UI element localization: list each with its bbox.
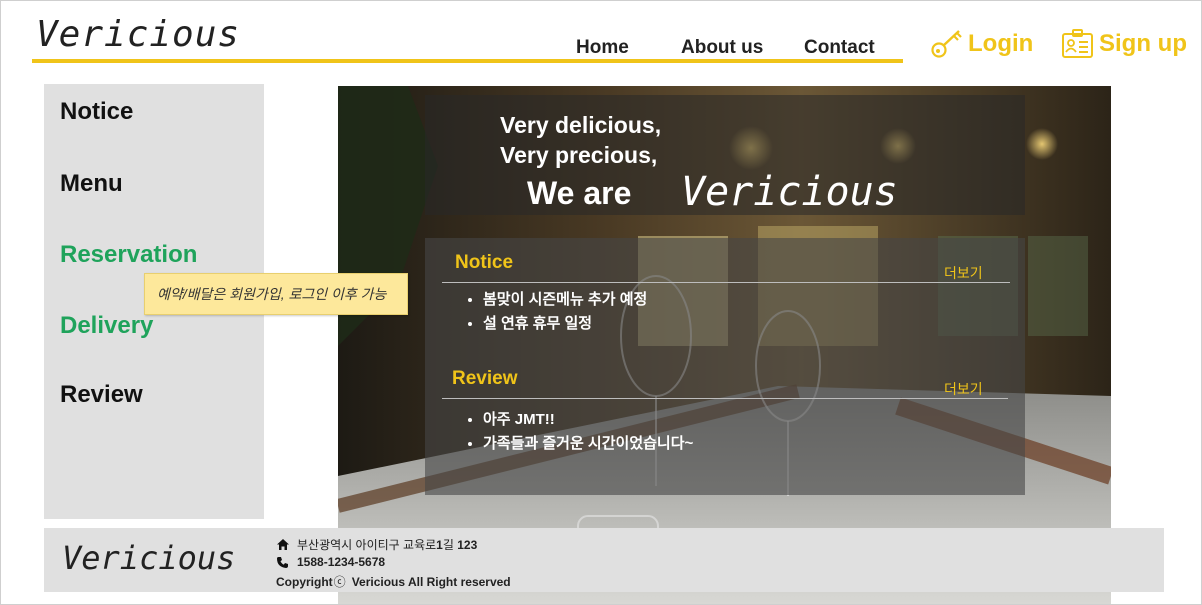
- site-logo[interactable]: Vericious: [36, 14, 240, 55]
- phone-icon: [277, 556, 288, 568]
- review-list: 아주 JMT!! 가족들과 즐거운 시간이었습니다~: [465, 408, 693, 456]
- hero-line-3: We are: [527, 175, 632, 211]
- sidebar-item-delivery[interactable]: Delivery: [60, 312, 153, 340]
- footer-phone: 1588-1234-5678: [276, 555, 385, 569]
- address-prefix: 부산광역시 아이티구 교육로: [297, 538, 437, 552]
- footer-logo: Vericious: [62, 539, 236, 577]
- review-title: Review: [452, 368, 518, 389]
- nav-contact[interactable]: Contact: [804, 37, 875, 59]
- phone-number: 1588-1234-5678: [297, 555, 386, 569]
- hero-line-2: Very precious,: [500, 142, 658, 168]
- sidebar-item-review[interactable]: Review: [60, 381, 143, 409]
- review-divider: [442, 398, 1008, 399]
- notice-divider: [442, 282, 1010, 283]
- notice-list: 봄맞이 시즌메뉴 추가 예정 설 연휴 휴무 일정: [465, 288, 647, 336]
- footer-address: 부산광역시 아이티구 교육로 1 길 123: [276, 536, 477, 553]
- board-panel: Notice 더보기 봄맞이 시즌메뉴 추가 예정 설 연휴 휴무 일정 Rev…: [425, 238, 1025, 495]
- home-icon: [277, 539, 289, 550]
- review-item[interactable]: 가족들과 즐거운 시간이었습니다~: [483, 432, 693, 456]
- login-button[interactable]: Login: [930, 28, 1033, 60]
- nav-about-us[interactable]: About us: [681, 37, 763, 59]
- review-more-link[interactable]: 더보기: [944, 379, 983, 399]
- sidebar-item-notice[interactable]: Notice: [60, 98, 133, 126]
- hero-headline-box: Very delicious, Very precious, We are Ve…: [425, 95, 1025, 215]
- notice-item[interactable]: 설 연휴 휴무 일정: [483, 312, 647, 336]
- login-label: Login: [968, 30, 1034, 57]
- sidebar-item-menu[interactable]: Menu: [60, 170, 123, 198]
- key-icon: [931, 30, 962, 58]
- hero-line-1: Very delicious,: [500, 112, 662, 138]
- reservation-tooltip: 예약/배달은 회원가입, 로그인 이후 가능: [144, 273, 408, 315]
- copyright-text: Vericious All Right reserved: [351, 574, 511, 589]
- copyright-prefix: Copyright: [276, 574, 333, 589]
- hero-brand: Vericious: [681, 169, 898, 215]
- copyright-symbol: ⓒ: [333, 575, 346, 589]
- signup-label: Sign up: [1099, 30, 1187, 57]
- signup-button[interactable]: Sign up: [1061, 28, 1187, 60]
- footer: Vericious 부산광역시 아이티구 교육로 1 길 123 1588-1234…: [44, 528, 1164, 592]
- id-card-icon: [1062, 29, 1093, 58]
- header-divider: [32, 59, 903, 63]
- nav-home[interactable]: Home: [576, 37, 629, 59]
- review-item[interactable]: 아주 JMT!!: [483, 408, 693, 432]
- notice-more-link[interactable]: 더보기: [944, 263, 983, 283]
- footer-copyright: Copyright ⓒ Vericious All Right reserved: [276, 573, 511, 590]
- hero-banner: Very delicious, Very precious, We are Ve…: [338, 86, 1111, 604]
- address-mid: 길: [442, 538, 458, 552]
- notice-title: Notice: [455, 252, 514, 273]
- address-num-2: 123: [457, 537, 478, 552]
- sidebar-item-reservation[interactable]: Reservation: [60, 241, 197, 269]
- notice-item[interactable]: 봄맞이 시즌메뉴 추가 예정: [483, 288, 647, 312]
- address-num-1: 1: [436, 537, 443, 552]
